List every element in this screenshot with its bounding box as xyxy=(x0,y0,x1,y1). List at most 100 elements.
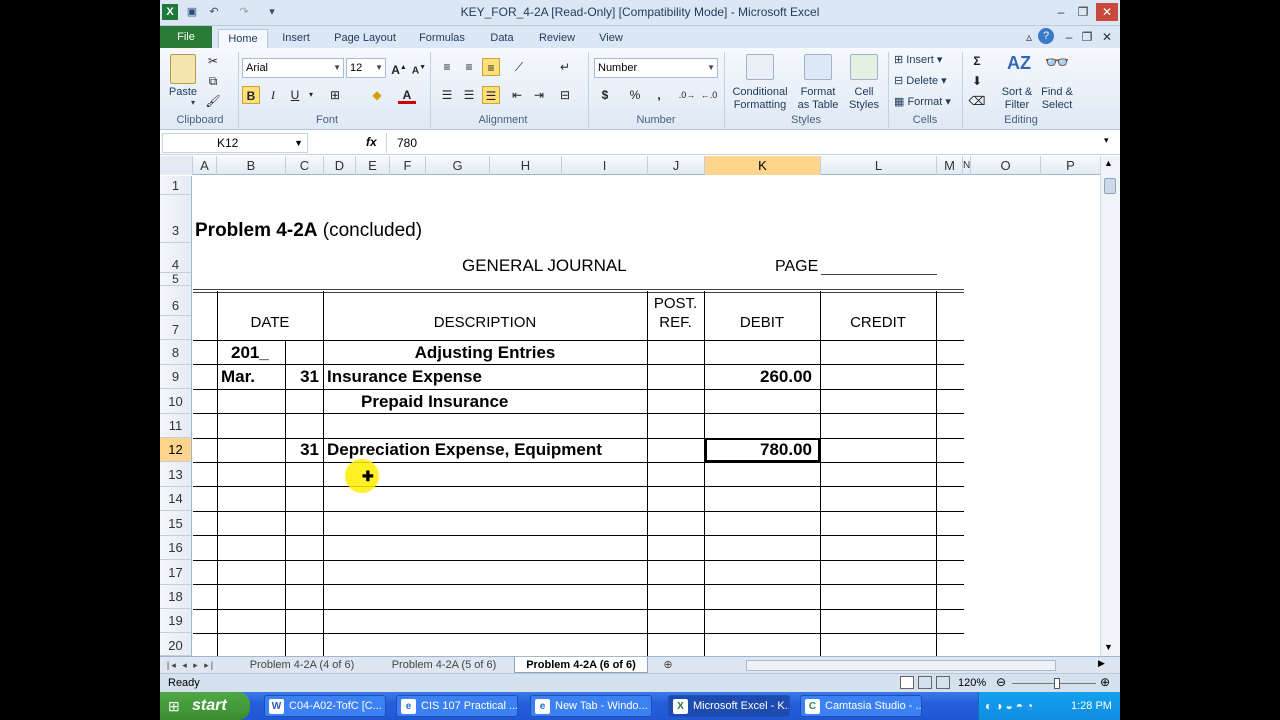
taskbar-item-ie-1[interactable]: e CIS 107 Practical ... xyxy=(396,695,518,717)
workbook-restore-icon[interactable]: ❐ xyxy=(1076,28,1098,46)
normal-view-icon[interactable] xyxy=(900,676,914,689)
find-select-button[interactable]: Find & Select xyxy=(1036,86,1078,112)
decrease-indent-icon[interactable]: ⇤ xyxy=(508,86,526,104)
tray-icons[interactable]: ◐◑◒◓◔ xyxy=(985,692,1036,720)
row-header-20[interactable]: 20 xyxy=(160,633,192,656)
help-icon[interactable]: ? xyxy=(1038,28,1054,44)
insert-cells-button[interactable]: ⊞ Insert ▾ xyxy=(894,54,964,67)
row-header-8[interactable]: 8 xyxy=(160,340,192,365)
row-header-6[interactable]: 6 xyxy=(160,286,192,316)
row-header-15[interactable]: 15 xyxy=(160,511,192,536)
number-format-combo[interactable]: Number ▼ xyxy=(594,58,718,78)
col-header-b[interactable]: B xyxy=(217,156,286,175)
scroll-down-icon[interactable]: ▼ xyxy=(1104,642,1113,652)
sheet-tab-6-of-6[interactable]: Problem 4-2A (6 of 6) xyxy=(514,657,648,673)
taskbar-item-excel[interactable]: X Microsoft Excel - K... xyxy=(668,695,790,717)
function-icon[interactable]: fx xyxy=(366,135,377,149)
sort-filter-button[interactable]: Sort & Filter xyxy=(996,86,1038,112)
close-icon[interactable]: ✕ xyxy=(1096,3,1118,21)
zoom-level[interactable]: 120% xyxy=(958,677,986,689)
font-size-combo[interactable]: 12 ▼ xyxy=(346,58,386,78)
page-break-view-icon[interactable] xyxy=(936,676,950,689)
cell-styles-button[interactable]: Cell Styles xyxy=(844,86,884,112)
increase-decimal-icon[interactable]: .0→ xyxy=(678,86,696,104)
underline-dropdown-icon[interactable]: ▾ xyxy=(302,86,320,104)
col-header-d[interactable]: D xyxy=(324,156,356,175)
scroll-up-icon[interactable]: ▲ xyxy=(1104,158,1113,168)
align-center-icon[interactable]: ☰ xyxy=(460,86,478,104)
workbook-close-icon[interactable]: ✕ xyxy=(1096,28,1118,46)
bold-button[interactable]: B xyxy=(242,86,260,104)
comma-button[interactable]: , xyxy=(650,86,668,104)
align-right-icon[interactable]: ☰ xyxy=(482,86,500,104)
col-header-p[interactable]: P xyxy=(1041,156,1101,175)
name-box[interactable]: K12 ▼ xyxy=(162,133,308,153)
select-all-corner[interactable] xyxy=(160,156,193,175)
horizontal-scrollbar[interactable] xyxy=(746,660,1056,671)
zoom-out-icon[interactable]: ⊖ xyxy=(996,675,1006,689)
taskbar-item-camtasia[interactable]: C Camtasia Studio - ... xyxy=(800,695,922,717)
row-header-9[interactable]: 9 xyxy=(160,365,192,389)
page-layout-view-icon[interactable] xyxy=(918,676,932,689)
col-header-m[interactable]: M xyxy=(937,156,963,175)
tab-review[interactable]: Review xyxy=(532,29,582,48)
row-header-12[interactable]: 12 xyxy=(160,438,192,462)
paste-icon[interactable] xyxy=(170,54,196,84)
conditional-formatting-button[interactable]: Conditional Formatting xyxy=(726,86,794,112)
row-header-19[interactable]: 19 xyxy=(160,609,192,633)
col-header-j[interactable]: J xyxy=(648,156,705,175)
align-left-icon[interactable]: ☰ xyxy=(438,86,456,104)
cut-icon[interactable]: ✂ xyxy=(204,52,222,70)
currency-button[interactable]: $ xyxy=(596,86,614,104)
delete-cells-button[interactable]: ⊟ Delete ▾ xyxy=(894,75,964,88)
row-header-11[interactable]: 11 xyxy=(160,414,192,438)
col-header-l[interactable]: L xyxy=(821,156,937,175)
tab-formulas[interactable]: Formulas xyxy=(412,29,472,48)
col-header-n[interactable]: N xyxy=(963,156,971,175)
scroll-right-icon[interactable]: ▶ xyxy=(1098,658,1105,669)
align-top-icon[interactable]: ≡ xyxy=(438,58,456,76)
sheet-tab-5-of-6[interactable]: Problem 4-2A (5 of 6) xyxy=(378,657,510,673)
row-header-18[interactable]: 18 xyxy=(160,585,192,609)
tab-insert[interactable]: Insert xyxy=(274,29,318,48)
decrease-decimal-icon[interactable]: ←.0 xyxy=(700,86,718,104)
align-bottom-icon[interactable]: ≡ xyxy=(482,58,500,76)
minimize-icon[interactable]: – xyxy=(1050,3,1072,21)
scroll-thumb[interactable] xyxy=(1104,178,1116,194)
col-header-f[interactable]: F xyxy=(390,156,426,175)
row-header-7[interactable]: 7 xyxy=(160,316,192,340)
row-header-16[interactable]: 16 xyxy=(160,536,192,560)
row-header-14[interactable]: 14 xyxy=(160,487,192,511)
taskbar-item-ie-2[interactable]: e New Tab - Windo... xyxy=(530,695,652,717)
zoom-in-icon[interactable]: ⊕ xyxy=(1100,675,1110,689)
row-header-17[interactable]: 17 xyxy=(160,560,192,585)
formula-input[interactable]: 780 xyxy=(386,133,1106,153)
col-header-o[interactable]: O xyxy=(971,156,1041,175)
align-middle-icon[interactable]: ≡ xyxy=(460,58,478,76)
row-header-10[interactable]: 10 xyxy=(160,389,192,414)
restore-icon[interactable]: ❐ xyxy=(1072,3,1094,21)
paste-dropdown-icon[interactable]: ▾ xyxy=(186,96,200,109)
col-header-k[interactable]: K xyxy=(705,156,821,175)
col-header-g[interactable]: G xyxy=(426,156,490,175)
insert-sheet-icon[interactable]: ⊕ xyxy=(656,657,680,673)
fill-icon[interactable]: ⬇ xyxy=(968,72,986,90)
row-header-3[interactable]: 3 xyxy=(160,195,192,243)
row-header-4[interactable]: 4 xyxy=(160,243,192,273)
col-header-i[interactable]: I xyxy=(562,156,648,175)
tab-data[interactable]: Data xyxy=(482,29,522,48)
col-header-a[interactable]: A xyxy=(193,156,217,175)
merge-center-icon[interactable]: ⊟ xyxy=(556,86,574,104)
taskbar-item-word[interactable]: W C04-A02-TofC [C... xyxy=(264,695,386,717)
row-header-5[interactable]: 5 xyxy=(160,273,192,286)
expand-formula-bar-icon[interactable]: ▾ xyxy=(1104,135,1109,146)
percent-button[interactable]: % xyxy=(626,86,644,104)
borders-icon[interactable]: ⊞ xyxy=(326,86,344,104)
zoom-slider-thumb[interactable] xyxy=(1054,678,1060,689)
ribbon-minimize-icon[interactable]: ▵ xyxy=(1018,28,1040,46)
worksheet[interactable]: Problem 4-2A (concluded) GENERAL JOURNAL… xyxy=(193,176,964,656)
clear-icon[interactable]: ⌫ xyxy=(968,92,986,110)
tab-page-layout[interactable]: Page Layout xyxy=(328,29,402,48)
format-cells-button[interactable]: ▦ Format ▾ xyxy=(894,96,964,109)
sheet-nav-arrows[interactable]: |◂ ◂ ▸ ▸| xyxy=(164,657,218,673)
